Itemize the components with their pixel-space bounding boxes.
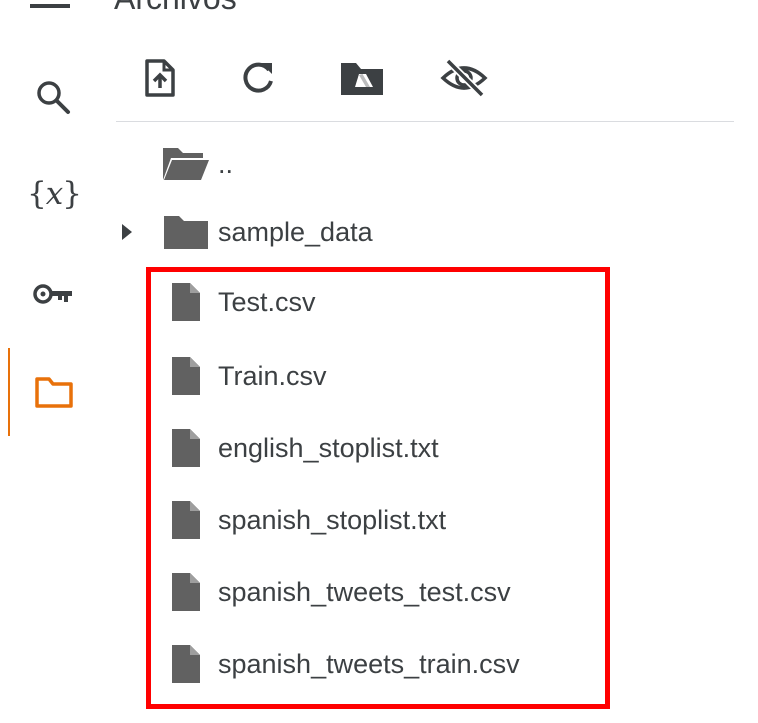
file-icon xyxy=(172,283,200,321)
mount-drive-icon xyxy=(341,63,383,95)
file-icon xyxy=(172,573,200,611)
rail-variables-button[interactable]: {x} xyxy=(22,166,86,222)
tree-row-file[interactable]: spanish_stoplist.txt xyxy=(112,488,632,552)
tree-row-label: spanish_stoplist.txt xyxy=(218,504,447,535)
folder-icon xyxy=(164,216,208,249)
tree-row-file[interactable]: Test.csv xyxy=(112,270,632,334)
upload-file-icon xyxy=(145,59,175,97)
refresh-icon xyxy=(243,62,273,93)
hide-hidden-files-icon xyxy=(440,58,488,98)
file-icon xyxy=(172,357,200,395)
search-icon xyxy=(37,81,70,114)
rail-secrets-button[interactable] xyxy=(22,266,86,322)
file-icon xyxy=(172,645,200,683)
chevron-right-icon xyxy=(122,224,132,240)
files-toolbar xyxy=(128,48,528,108)
left-rail: {x} xyxy=(0,0,110,723)
tree-row-file[interactable]: english_stoplist.txt xyxy=(112,416,632,480)
expand-chevron[interactable] xyxy=(112,217,142,247)
refresh-button[interactable] xyxy=(228,48,288,108)
tree-row-label: spanish_tweets_train.csv xyxy=(218,648,520,679)
tree-row-file[interactable]: spanish_tweets_train.csv xyxy=(112,632,632,696)
tree-row-parent[interactable]: .. xyxy=(112,132,632,196)
toggle-hidden-files-button[interactable] xyxy=(434,48,494,108)
tree-row-label: .. xyxy=(218,148,234,179)
tree-row-file[interactable]: Train.csv xyxy=(112,344,632,408)
rail-files-button[interactable] xyxy=(22,364,86,420)
tree-row-label: sample_data xyxy=(218,216,373,247)
mount-drive-button[interactable] xyxy=(332,48,392,108)
file-icon xyxy=(172,501,200,539)
tree-row-folder[interactable]: sample_data xyxy=(112,200,632,264)
tree-row-label: english_stoplist.txt xyxy=(218,432,439,463)
rail-search-button[interactable] xyxy=(22,70,86,126)
tree-row-label: Test.csv xyxy=(218,286,316,317)
tree-row-label: Train.csv xyxy=(218,360,327,391)
tree-row-label: spanish_tweets_test.csv xyxy=(218,576,511,607)
folder-icon xyxy=(35,377,73,408)
key-icon xyxy=(33,284,72,304)
folder-open-icon xyxy=(163,148,209,180)
variables-icon: {x} xyxy=(27,176,82,212)
toolbar-divider xyxy=(116,121,734,122)
rail-active-indicator xyxy=(8,348,10,436)
panel-title: Archivos xyxy=(114,0,237,17)
upload-button[interactable] xyxy=(130,48,190,108)
tree-row-file[interactable]: spanish_tweets_test.csv xyxy=(112,560,632,624)
file-icon xyxy=(172,429,200,467)
